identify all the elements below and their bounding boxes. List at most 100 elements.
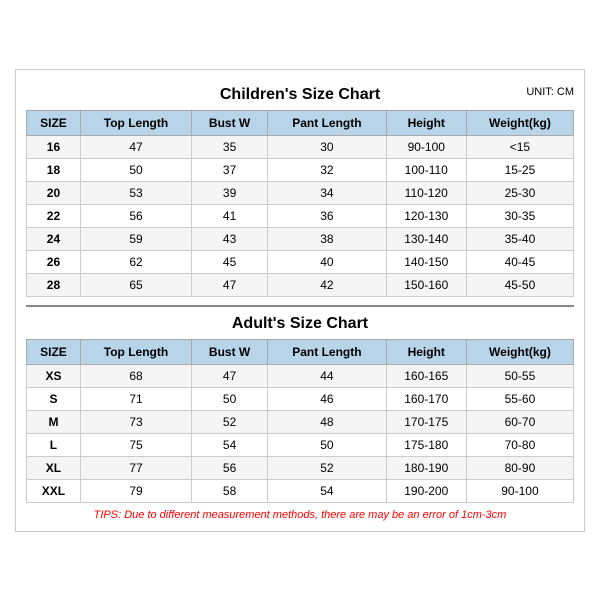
children-header-row: SIZE Top Length Bust W Pant Length Heigh… bbox=[27, 110, 574, 135]
table-cell: 39 bbox=[192, 181, 268, 204]
table-cell: 43 bbox=[192, 227, 268, 250]
table-cell: 110-120 bbox=[386, 181, 466, 204]
col-header-height-c: Height bbox=[386, 110, 466, 135]
table-cell: 59 bbox=[80, 227, 191, 250]
table-row: 22564136120-13030-35 bbox=[27, 204, 574, 227]
col-header-pantlength-c: Pant Length bbox=[268, 110, 386, 135]
col-header-toplength-a: Top Length bbox=[80, 339, 191, 364]
table-cell: 28 bbox=[27, 273, 81, 296]
table-row: 28654742150-16045-50 bbox=[27, 273, 574, 296]
table-row: XS684744160-16550-55 bbox=[27, 364, 574, 387]
table-cell: S bbox=[27, 387, 81, 410]
table-cell: 15-25 bbox=[466, 158, 573, 181]
table-cell: 50 bbox=[268, 433, 386, 456]
table-cell: 175-180 bbox=[386, 433, 466, 456]
col-header-weight-c: Weight(kg) bbox=[466, 110, 573, 135]
adults-size-table: SIZE Top Length Bust W Pant Length Heigh… bbox=[26, 339, 574, 503]
table-cell: 150-160 bbox=[386, 273, 466, 296]
table-cell: 32 bbox=[268, 158, 386, 181]
table-cell: 47 bbox=[80, 135, 191, 158]
table-cell: 55-60 bbox=[466, 387, 573, 410]
tips-text: TIPS: Due to different measurement metho… bbox=[26, 509, 574, 521]
table-cell: 24 bbox=[27, 227, 81, 250]
table-row: XXL795854190-20090-100 bbox=[27, 479, 574, 502]
col-header-pantlength-a: Pant Length bbox=[268, 339, 386, 364]
table-cell: 65 bbox=[80, 273, 191, 296]
table-row: S715046160-17055-60 bbox=[27, 387, 574, 410]
table-cell: 54 bbox=[268, 479, 386, 502]
table-cell: 68 bbox=[80, 364, 191, 387]
table-cell: 180-190 bbox=[386, 456, 466, 479]
table-cell: 170-175 bbox=[386, 410, 466, 433]
table-cell: 62 bbox=[80, 250, 191, 273]
col-header-weight-a: Weight(kg) bbox=[466, 339, 573, 364]
table-cell: 77 bbox=[80, 456, 191, 479]
table-cell: 16 bbox=[27, 135, 81, 158]
table-cell: 52 bbox=[192, 410, 268, 433]
table-cell: 47 bbox=[192, 364, 268, 387]
table-cell: 50-55 bbox=[466, 364, 573, 387]
table-cell: 44 bbox=[268, 364, 386, 387]
table-cell: 37 bbox=[192, 158, 268, 181]
col-header-size-a: SIZE bbox=[27, 339, 81, 364]
children-title-text: Children's Size Chart bbox=[220, 86, 380, 103]
children-size-table: SIZE Top Length Bust W Pant Length Heigh… bbox=[26, 110, 574, 297]
table-cell: M bbox=[27, 410, 81, 433]
table-cell: 160-170 bbox=[386, 387, 466, 410]
table-cell: 45 bbox=[192, 250, 268, 273]
col-header-size-c: SIZE bbox=[27, 110, 81, 135]
table-cell: 79 bbox=[80, 479, 191, 502]
table-cell: 40-45 bbox=[466, 250, 573, 273]
unit-label: UNIT: CM bbox=[526, 86, 574, 98]
table-cell: 47 bbox=[192, 273, 268, 296]
table-cell: XXL bbox=[27, 479, 81, 502]
table-cell: 41 bbox=[192, 204, 268, 227]
adults-table-body: XS684744160-16550-55S715046160-17055-60M… bbox=[27, 364, 574, 502]
table-cell: 26 bbox=[27, 250, 81, 273]
table-cell: 20 bbox=[27, 181, 81, 204]
adults-title: Adult's Size Chart bbox=[26, 305, 574, 335]
table-row: M735248170-17560-70 bbox=[27, 410, 574, 433]
table-cell: L bbox=[27, 433, 81, 456]
table-cell: 45-50 bbox=[466, 273, 573, 296]
table-cell: 35-40 bbox=[466, 227, 573, 250]
table-cell: 58 bbox=[192, 479, 268, 502]
table-cell: 190-200 bbox=[386, 479, 466, 502]
table-cell: 36 bbox=[268, 204, 386, 227]
table-cell: XL bbox=[27, 456, 81, 479]
table-row: XL775652180-19080-90 bbox=[27, 456, 574, 479]
table-cell: 22 bbox=[27, 204, 81, 227]
table-cell: 60-70 bbox=[466, 410, 573, 433]
table-cell: 71 bbox=[80, 387, 191, 410]
table-cell: 90-100 bbox=[466, 479, 573, 502]
table-cell: 50 bbox=[80, 158, 191, 181]
table-cell: 34 bbox=[268, 181, 386, 204]
table-cell: 50 bbox=[192, 387, 268, 410]
table-row: 20533934110-12025-30 bbox=[27, 181, 574, 204]
table-cell: 42 bbox=[268, 273, 386, 296]
col-header-height-a: Height bbox=[386, 339, 466, 364]
table-cell: 100-110 bbox=[386, 158, 466, 181]
table-cell: 120-130 bbox=[386, 204, 466, 227]
table-cell: 40 bbox=[268, 250, 386, 273]
table-row: 18503732100-11015-25 bbox=[27, 158, 574, 181]
table-cell: 38 bbox=[268, 227, 386, 250]
adults-header-row: SIZE Top Length Bust W Pant Length Heigh… bbox=[27, 339, 574, 364]
table-cell: <15 bbox=[466, 135, 573, 158]
table-cell: 56 bbox=[80, 204, 191, 227]
table-cell: 18 bbox=[27, 158, 81, 181]
size-chart-container: Children's Size Chart UNIT: CM SIZE Top … bbox=[15, 69, 585, 532]
children-table-body: 1647353090-100<1518503732100-11015-25205… bbox=[27, 135, 574, 296]
table-cell: 46 bbox=[268, 387, 386, 410]
table-cell: 130-140 bbox=[386, 227, 466, 250]
table-cell: 52 bbox=[268, 456, 386, 479]
table-cell: 25-30 bbox=[466, 181, 573, 204]
table-cell: 75 bbox=[80, 433, 191, 456]
table-cell: 48 bbox=[268, 410, 386, 433]
table-cell: 30-35 bbox=[466, 204, 573, 227]
main-title: Children's Size Chart UNIT: CM bbox=[26, 80, 574, 106]
table-cell: XS bbox=[27, 364, 81, 387]
col-header-toplength-c: Top Length bbox=[80, 110, 191, 135]
table-cell: 56 bbox=[192, 456, 268, 479]
col-header-bustw-c: Bust W bbox=[192, 110, 268, 135]
